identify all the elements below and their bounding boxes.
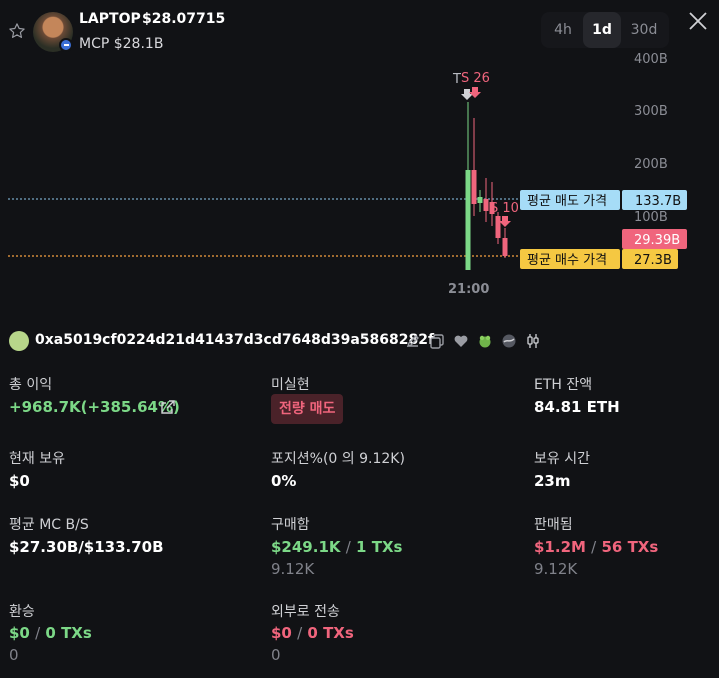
- globe-icon[interactable]: [501, 333, 517, 349]
- bought-value: $249.1K / 1 TXs: [271, 538, 403, 556]
- frog-icon[interactable]: [477, 333, 493, 349]
- candles: [465, 102, 508, 270]
- bought-label: 구매함: [271, 517, 310, 533]
- candle: [483, 199, 489, 211]
- edit-icon[interactable]: [405, 333, 421, 349]
- avg-buy-label: 평균 매수 가격: [527, 253, 607, 268]
- transfer-in-value: $0 / 0 TXs: [9, 624, 92, 642]
- sold-value: $1.2M / 56 TXs: [534, 538, 659, 556]
- marker-s26-label: S 26: [461, 71, 490, 86]
- position-value: 0%: [271, 472, 297, 490]
- buy-arrow-icon: [461, 89, 473, 100]
- timeframe-4h[interactable]: 4h: [545, 12, 581, 48]
- transfer-in-sub: 0: [9, 646, 19, 664]
- price-chart[interactable]: 400B 300B 200B 100B T S 26 S 10 21:00 평균…: [0, 50, 719, 300]
- external-link-icon[interactable]: [160, 399, 176, 415]
- candle: [465, 170, 471, 270]
- candle: [477, 197, 483, 203]
- unrealized-label: 미실현: [271, 377, 310, 393]
- transfer-in-label: 환승: [9, 604, 35, 620]
- sell-arrow-icon: [469, 87, 481, 98]
- total-profit-value: +968.7K(+385.64%): [9, 398, 180, 416]
- transfer-out-sub: 0: [271, 646, 281, 664]
- eth-balance-value: 84.81 ETH: [534, 398, 620, 416]
- candle: [471, 170, 477, 204]
- avg-mc-value: $27.30B/$133.70B: [9, 538, 164, 556]
- candlestick-icon[interactable]: [525, 333, 541, 349]
- marker-t-label: T: [452, 72, 461, 87]
- hold-time-value: 23m: [534, 472, 571, 490]
- transfer-out-label: 외부로 전송: [271, 604, 340, 620]
- bought-sub: 9.12K: [271, 560, 315, 578]
- avg-sell-value: 133.7B: [635, 194, 681, 209]
- avg-sell-label: 평균 매도 가격: [527, 194, 607, 209]
- avg-mc-label: 평균 MC B/S: [9, 517, 89, 533]
- y-label-400b: 400B: [634, 52, 668, 67]
- wallet-avatar: [9, 331, 29, 351]
- y-label-100b: 100B: [634, 210, 668, 225]
- y-label-200b: 200B: [634, 157, 668, 172]
- copy-icon[interactable]: [429, 333, 445, 349]
- candle: [502, 238, 508, 256]
- hold-time-label: 보유 시간: [534, 451, 590, 467]
- token-name: LAPTOP: [79, 11, 141, 27]
- candle: [495, 216, 501, 238]
- timeframe-30d[interactable]: 30d: [623, 12, 665, 48]
- star-icon[interactable]: [8, 22, 26, 40]
- current-price-value: 29.39B: [634, 233, 680, 248]
- sell-arrow-icon: [499, 216, 511, 227]
- marker-s10-label: S 10: [490, 201, 519, 216]
- y-label-300b: 300B: [634, 104, 668, 119]
- heart-icon[interactable]: [453, 333, 469, 349]
- unrealized-tag: 전량 매도: [271, 394, 344, 424]
- position-label: 포지션%(0 의 9.12K): [271, 451, 405, 467]
- sold-sub: 9.12K: [534, 560, 578, 578]
- sold-label: 판매됨: [534, 517, 573, 533]
- timeframe-1d[interactable]: 1d: [583, 12, 621, 48]
- holding-value: $0: [9, 472, 30, 490]
- avg-buy-value: 27.3B: [634, 253, 672, 268]
- token-price: $28.07715: [142, 11, 226, 27]
- wallet-address[interactable]: 0xa5019cf0224d21d41437d3cd7648d39a586828…: [35, 332, 434, 348]
- transfer-out-value: $0 / 0 TXs: [271, 624, 354, 642]
- x-label-time: 21:00: [448, 282, 489, 297]
- holding-label: 현재 보유: [9, 451, 65, 467]
- eth-balance-label: ETH 잔액: [534, 377, 593, 393]
- total-profit-label: 총 이익: [9, 377, 53, 393]
- close-icon[interactable]: [688, 11, 708, 31]
